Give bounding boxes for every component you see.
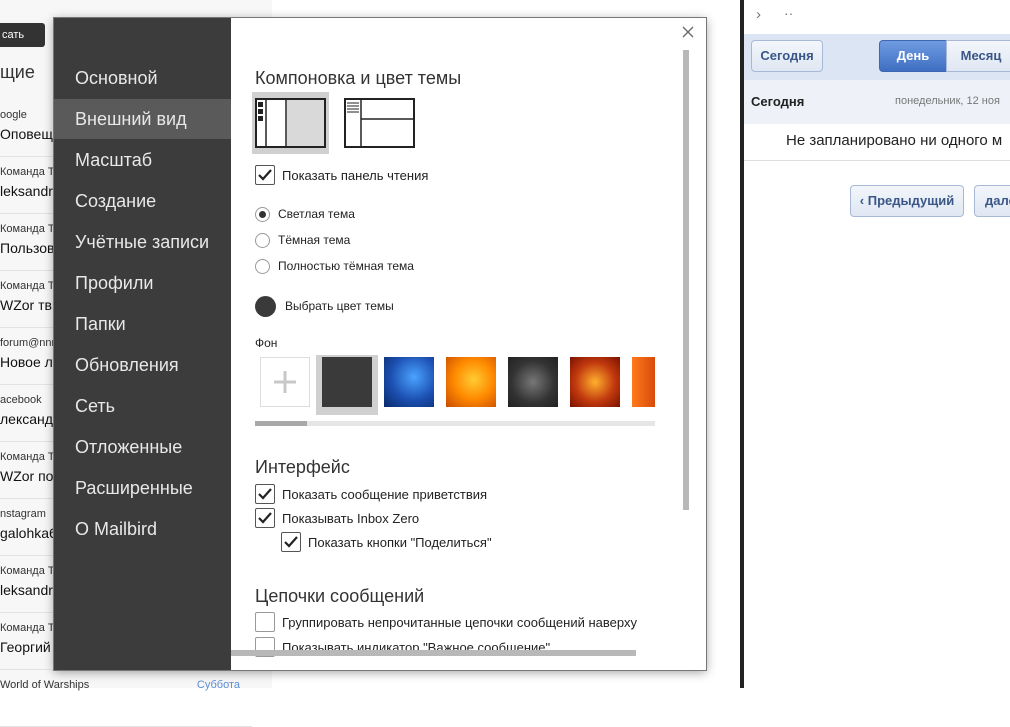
day-header: Сегодня понедельник, 12 ноя <box>744 80 1010 124</box>
mail-from: Команда Тв <box>0 166 60 178</box>
nav-item-accounts[interactable]: Учётные записи <box>54 222 231 262</box>
nav-item-compose[interactable]: Создание <box>54 181 231 221</box>
dark-theme-label: Тёмная тема <box>278 233 351 247</box>
background-thumb-blue[interactable] <box>384 357 434 407</box>
mail-subject: leksandr, <box>0 582 57 598</box>
divider <box>744 160 1010 161</box>
full-dark-theme-radio[interactable] <box>255 259 270 274</box>
folder-title: щие <box>0 62 35 82</box>
mail-from: forum@nnm <box>0 337 61 349</box>
group-unread-checkbox[interactable] <box>255 612 275 632</box>
thumbs-scroll-thumb[interactable] <box>255 421 307 426</box>
settings-content: Компоновка и цвет темы Показать панель ч… <box>231 18 706 670</box>
thumbs-scroll-track[interactable] <box>255 421 655 426</box>
day-date: понедельник, 12 ноя <box>895 95 1000 107</box>
mail-from: Команда Тв <box>0 622 60 634</box>
layout-two-pane-option[interactable] <box>341 92 418 154</box>
interface-section-title: Интерфейс <box>255 457 350 477</box>
group-unread-label: Группировать непрочитанные цепочки сообщ… <box>282 615 637 630</box>
show-welcome-checkbox[interactable] <box>255 484 275 504</box>
threads-section-title: Цепочки сообщений <box>255 586 425 606</box>
mail-from: Команда Тв <box>0 565 60 577</box>
theme-color-swatch[interactable] <box>255 296 276 317</box>
settings-dialog: Основной Внешний вид Масштаб Создание Уч… <box>54 18 706 670</box>
nav-item-about[interactable]: O Mailbird <box>54 509 231 549</box>
day-label: Сегодня <box>751 94 805 109</box>
day-view-button[interactable]: День <box>879 40 947 72</box>
nav-item-folders[interactable]: Папки <box>54 304 231 344</box>
mail-subject: WZor под <box>0 468 62 484</box>
nav-item-network[interactable]: Сеть <box>54 386 231 426</box>
background-thumb-lion[interactable] <box>570 357 620 407</box>
background-title: Фон <box>255 336 278 350</box>
mail-subject: leksandr, <box>0 183 57 199</box>
calendar-toolbar: Сегодня День Месяц <box>744 34 1010 80</box>
show-welcome-label: Показать сообщение приветствия <box>282 487 488 502</box>
nav-item-profiles[interactable]: Профили <box>54 263 231 303</box>
mail-subject: лександр <box>0 411 61 427</box>
settings-nav: Основной Внешний вид Масштаб Создание Уч… <box>54 18 231 670</box>
mail-subject: Пользова <box>0 240 63 256</box>
mail-from: Команда Тв <box>0 223 60 235</box>
list-item[interactable]: World of Warships Суббота <box>0 670 252 727</box>
choose-color-label: Выбрать цвет темы <box>285 299 394 313</box>
month-view-button[interactable]: Месяц <box>946 40 1010 72</box>
background-thumb-orange[interactable] <box>446 357 496 407</box>
nav-item-scale[interactable]: Масштаб <box>54 140 231 180</box>
today-button[interactable]: Сегодня <box>751 40 823 72</box>
horizontal-scrollbar[interactable] <box>231 650 636 656</box>
nav-item-snoozed[interactable]: Отложенные <box>54 427 231 467</box>
light-theme-label: Светлая тема <box>278 207 355 221</box>
chevron-right-icon[interactable]: › <box>756 6 761 23</box>
mail-from: acebook <box>0 394 42 406</box>
show-inbox-zero-label: Показывать Inbox Zero <box>282 511 420 526</box>
show-share-buttons-checkbox[interactable] <box>281 532 301 552</box>
previous-button[interactable]: ‹ Предыдущий <box>850 185 964 217</box>
layout-three-column-option[interactable] <box>252 92 329 154</box>
no-events-text: Не запланировано ни одного м <box>786 132 1003 149</box>
add-background-button[interactable] <box>260 357 310 407</box>
nav-item-general[interactable]: Основной <box>54 58 231 98</box>
mail-subject: Новое ли <box>0 354 61 370</box>
full-dark-theme-label: Полностью тёмная тема <box>278 259 414 273</box>
nav-item-advanced[interactable]: Расширенные <box>54 468 231 508</box>
next-button[interactable]: дале <box>974 185 1010 217</box>
calendar-panel: › ·· Сегодня День Месяц Сегодня понедель… <box>744 0 1010 688</box>
background-thumb-dark[interactable] <box>322 357 372 407</box>
show-reading-pane-label: Показать панель чтения <box>282 168 429 183</box>
mail-from: Команда Тв <box>0 451 60 463</box>
vertical-scrollbar[interactable] <box>683 50 689 510</box>
nav-item-appearance[interactable]: Внешний вид <box>54 99 231 139</box>
background-thumb-grey[interactable] <box>508 357 558 407</box>
mail-from: nstagram <box>0 508 46 520</box>
layout-section-title: Компоновка и цвет темы <box>255 68 462 88</box>
background-thumb-red[interactable] <box>632 357 655 407</box>
mail-subject: WZor тви <box>0 297 60 313</box>
show-share-buttons-label: Показать кнопки "Поделиться" <box>308 535 492 550</box>
show-inbox-zero-checkbox[interactable] <box>255 508 275 528</box>
mail-from: oogle <box>0 109 27 121</box>
mail-date: Суббота <box>196 679 240 691</box>
dark-theme-radio[interactable] <box>255 233 270 248</box>
compose-button[interactable]: сать <box>0 23 45 47</box>
calendar-topbar: › ·· <box>744 0 1010 34</box>
more-icon[interactable]: ·· <box>784 5 793 21</box>
mail-from: World of Warships <box>0 679 90 691</box>
mail-subject: Оповеще <box>0 126 61 142</box>
nav-item-updates[interactable]: Обновления <box>54 345 231 385</box>
mail-from: Команда Тв <box>0 280 60 292</box>
light-theme-radio[interactable] <box>255 207 270 222</box>
show-reading-pane-checkbox[interactable] <box>255 165 275 185</box>
